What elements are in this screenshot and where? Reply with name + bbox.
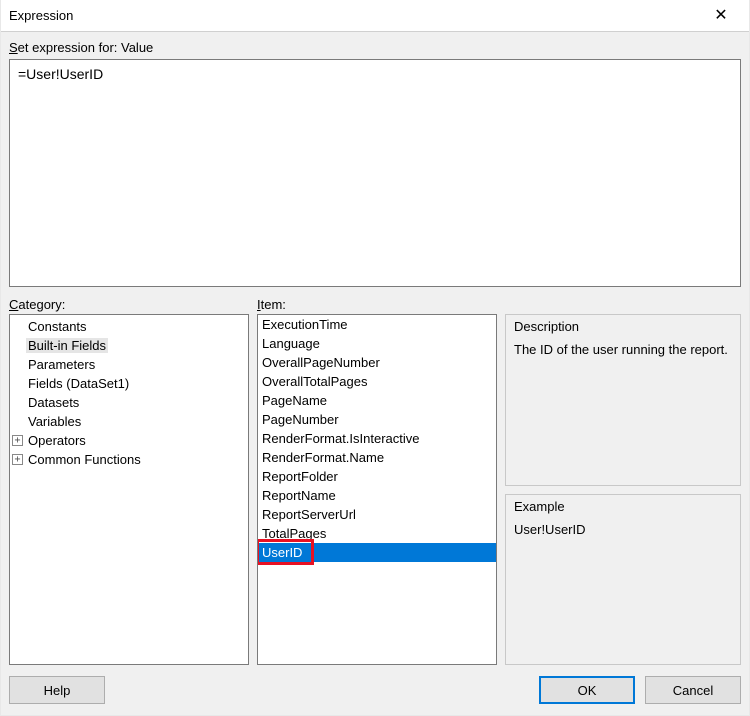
window-title: Expression [9, 8, 701, 23]
titlebar: Expression ✕ [1, 0, 749, 32]
info-column: Description The ID of the user running t… [505, 297, 741, 665]
list-item[interactable]: ReportFolder [258, 467, 496, 486]
category-item[interactable]: +Operators [10, 431, 248, 450]
list-item[interactable]: RenderFormat.IsInteractive [258, 429, 496, 448]
category-item-label: Operators [26, 433, 88, 448]
expand-icon[interactable]: + [12, 435, 23, 446]
list-item[interactable]: OverallPageNumber [258, 353, 496, 372]
picker-area: Category: Constants Built-in Fields Parame… [9, 297, 741, 665]
category-item[interactable]: Parameters [10, 355, 248, 374]
category-item-label: Common Functions [26, 452, 143, 467]
category-item-label: Constants [26, 319, 89, 334]
list-item[interactable]: PageNumber [258, 410, 496, 429]
category-item[interactable]: Datasets [10, 393, 248, 412]
category-item[interactable]: Constants [10, 317, 248, 336]
category-item[interactable]: Fields (DataSet1) [10, 374, 248, 393]
set-expression-for-label: Set expression for: Value [9, 36, 741, 59]
category-item[interactable]: Built-in Fields [10, 336, 248, 355]
list-item[interactable]: RenderFormat.Name [258, 448, 496, 467]
category-item[interactable]: +Common Functions [10, 450, 248, 469]
description-title: Description [514, 319, 579, 334]
category-item-label: Parameters [26, 357, 97, 372]
dialog-body: Set expression for: Value Category: Cons… [1, 32, 749, 715]
example-box: Example User!UserID [505, 494, 741, 666]
list-item[interactable]: TotalPages [258, 524, 496, 543]
list-item[interactable]: ReportServerUrl [258, 505, 496, 524]
dialog-footer: Help OK Cancel [9, 665, 741, 709]
category-tree[interactable]: Constants Built-in Fields Parameters Fields… [9, 314, 249, 665]
expand-icon[interactable]: + [12, 454, 23, 465]
description-text: The ID of the user running the report. [514, 342, 732, 357]
category-item[interactable]: Variables [10, 412, 248, 431]
ok-button[interactable]: OK [539, 676, 635, 704]
category-item-label: Datasets [26, 395, 81, 410]
example-text: User!UserID [514, 522, 732, 537]
category-label: Category: [9, 297, 249, 314]
close-icon[interactable]: ✕ [701, 8, 741, 24]
category-column: Category: Constants Built-in Fields Parame… [9, 297, 249, 665]
list-item[interactable]: ExecutionTime [258, 315, 496, 334]
list-item[interactable]: OverallTotalPages [258, 372, 496, 391]
list-item[interactable]: ReportName [258, 486, 496, 505]
list-item[interactable]: UserID [258, 543, 496, 562]
category-item-label: Fields (DataSet1) [26, 376, 131, 391]
item-listbox[interactable]: ExecutionTimeLanguageOverallPageNumberOv… [257, 314, 497, 665]
expression-textarea[interactable] [9, 59, 741, 287]
cancel-button[interactable]: Cancel [645, 676, 741, 704]
category-item-label: Built-in Fields [26, 338, 108, 353]
description-box: Description The ID of the user running t… [505, 314, 741, 486]
category-item-label: Variables [26, 414, 83, 429]
expression-dialog: Expression ✕ Set expression for: Value C… [0, 0, 750, 716]
example-title: Example [514, 499, 565, 514]
list-item[interactable]: Language [258, 334, 496, 353]
item-label: Item: [257, 297, 497, 314]
list-item[interactable]: PageName [258, 391, 496, 410]
help-button[interactable]: Help [9, 676, 105, 704]
item-column: Item: ExecutionTimeLanguageOverallPageNu… [257, 297, 497, 665]
